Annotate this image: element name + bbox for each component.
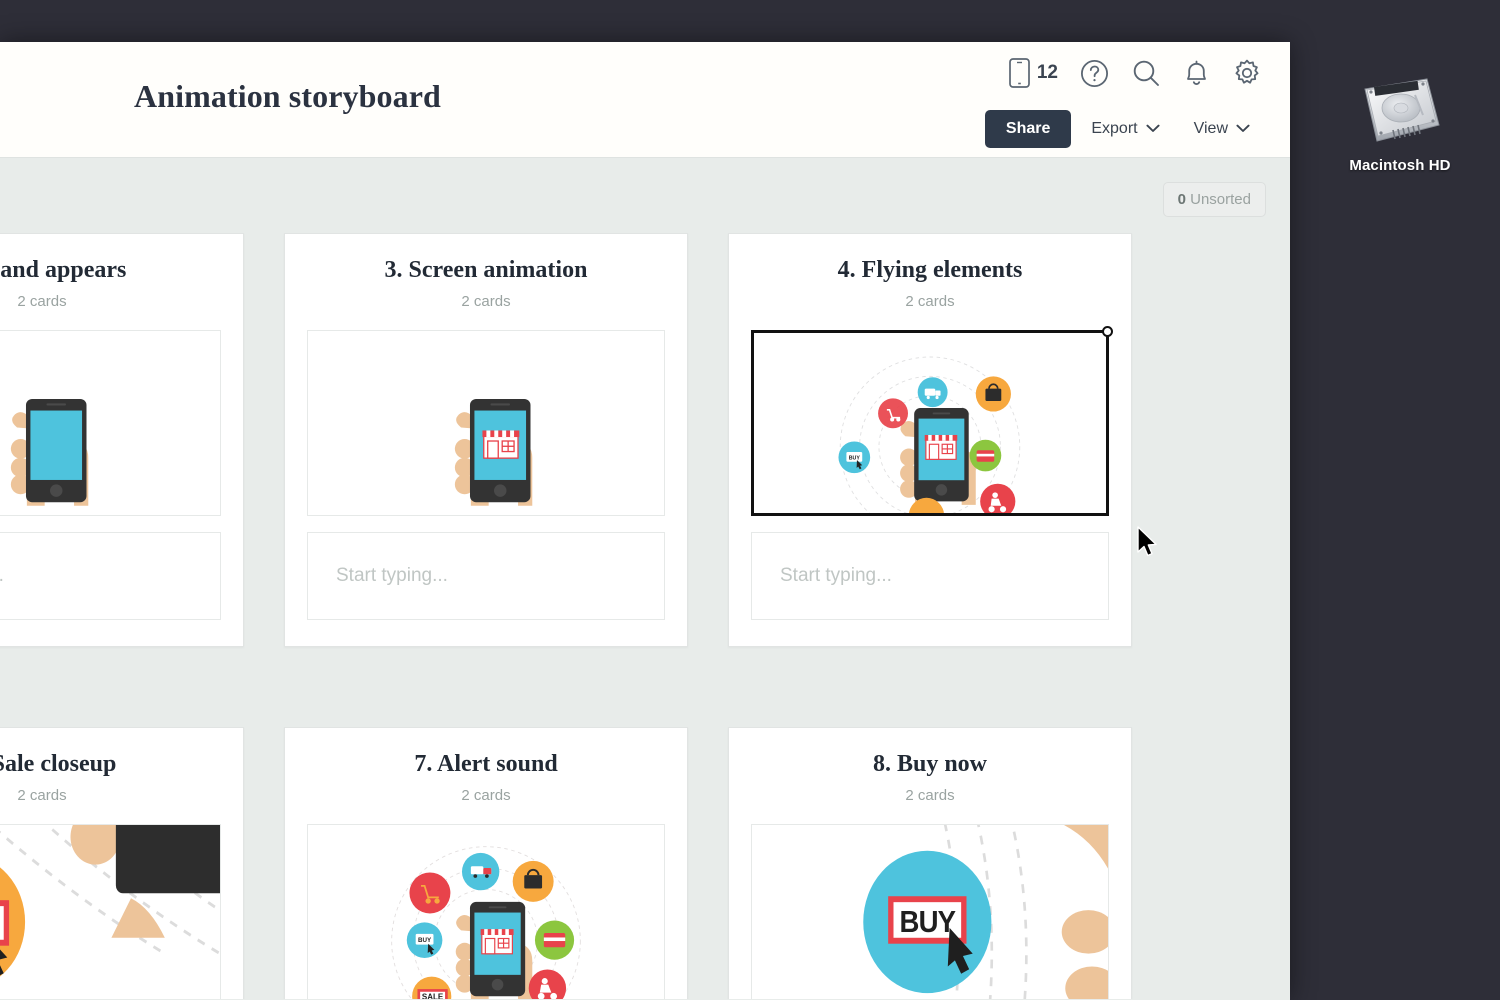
illustration-hand-phone-shop xyxy=(308,331,664,515)
view-menu-label: View xyxy=(1193,120,1228,137)
column-card-count: 2 cards xyxy=(17,786,67,804)
illustration-sale-badge: SALE xyxy=(0,824,220,999)
card-thumbnail[interactable] xyxy=(307,329,665,516)
chevron-down-icon xyxy=(1146,120,1160,138)
export-menu-label: Export xyxy=(1091,120,1138,137)
unsorted-count: 0 xyxy=(1177,191,1186,208)
card-note-input[interactable]: Start typing... xyxy=(0,531,221,620)
resize-handle-top-right[interactable] xyxy=(1102,325,1113,337)
storyboard-column[interactable]: 3. Screen animation 2 cards Start typing… xyxy=(284,233,688,647)
card-thumbnail[interactable]: BUY xyxy=(751,823,1109,999)
card-thumbnail[interactable]: BUY SALE xyxy=(307,823,665,999)
card-thumbnail-selected[interactable]: BUY xyxy=(751,325,1113,516)
storyboard-board: 0 Unsorted 2. Hand appears 2 cards xyxy=(0,158,1290,999)
column-card-count: 2 cards xyxy=(461,292,511,310)
illustration-hand-phone-blank xyxy=(0,331,220,515)
card-thumbnail[interactable] xyxy=(0,329,221,516)
desktop-icon-macintosh-hd[interactable]: Macintosh HD xyxy=(1335,75,1465,174)
export-menu-button[interactable]: Export xyxy=(1077,110,1173,148)
svg-text:SALE: SALE xyxy=(422,992,444,999)
svg-text:BUY: BUY xyxy=(418,937,432,944)
column-title: 8. Buy now xyxy=(872,750,988,777)
card-note-input[interactable]: Start typing... xyxy=(307,531,665,620)
column-card-count: 2 cards xyxy=(461,786,511,804)
storyboard-column[interactable]: 4. Flying elements 2 cards BUY Start typ… xyxy=(728,233,1132,647)
settings-gear-icon[interactable] xyxy=(1232,58,1262,88)
mobile-preview-icon[interactable]: 12 xyxy=(1009,58,1058,88)
column-card-count: 2 cards xyxy=(905,292,955,310)
storyboard-column[interactable]: 2. Hand appears 2 cards xyxy=(0,233,244,647)
chevron-down-icon xyxy=(1236,120,1250,138)
app-window: Animation storyboard 12 Share Export Vie… xyxy=(0,42,1290,1000)
unsorted-label: Unsorted xyxy=(1190,191,1251,208)
hard-drive-icon xyxy=(1357,75,1443,147)
illustration-hand-phone-orbit: BUY xyxy=(754,333,1106,513)
card-note-input[interactable]: Start typing... xyxy=(751,531,1109,620)
search-icon[interactable] xyxy=(1131,58,1161,88)
notifications-bell-icon[interactable] xyxy=(1183,58,1210,88)
svg-text:BUY: BUY xyxy=(900,905,956,939)
illustration-hand-phone-orbit-full: BUY SALE xyxy=(308,825,664,999)
column-list: 2. Hand appears 2 cards xyxy=(0,233,1290,999)
app-header: Animation storyboard 12 Share Export Vie… xyxy=(0,42,1290,158)
toolbar-icon-group: 12 xyxy=(1009,58,1262,88)
column-title: 7. Alert sound xyxy=(414,750,558,777)
unsorted-badge[interactable]: 0 Unsorted xyxy=(1162,182,1266,217)
page-title: Animation storyboard xyxy=(134,78,441,114)
svg-text:BUY: BUY xyxy=(849,455,861,461)
help-icon[interactable] xyxy=(1080,59,1109,88)
column-title: 3. Screen animation xyxy=(384,257,588,283)
share-button[interactable]: Share xyxy=(984,110,1072,148)
illustration-buy-badge: BUY xyxy=(752,824,1108,999)
storyboard-column[interactable]: 6. Sale closeup 2 cards xyxy=(0,726,244,999)
card-thumbnail[interactable]: SALE xyxy=(0,823,221,999)
storyboard-column[interactable]: 7. Alert sound 2 cards BUY SALE xyxy=(284,726,688,999)
view-menu-button[interactable]: View xyxy=(1180,110,1264,148)
column-title: 4. Flying elements xyxy=(837,257,1023,283)
header-action-bar: Share Export View xyxy=(984,110,1264,148)
column-title: 6. Sale closeup xyxy=(0,750,117,777)
desktop-icon-label: Macintosh HD xyxy=(1349,157,1451,174)
storyboard-column[interactable]: 8. Buy now 2 cards BUY xyxy=(728,726,1132,999)
mobile-preview-count: 12 xyxy=(1036,62,1058,83)
column-title: 2. Hand appears xyxy=(0,257,127,283)
column-card-count: 2 cards xyxy=(905,786,955,804)
column-card-count: 2 cards xyxy=(17,292,67,310)
